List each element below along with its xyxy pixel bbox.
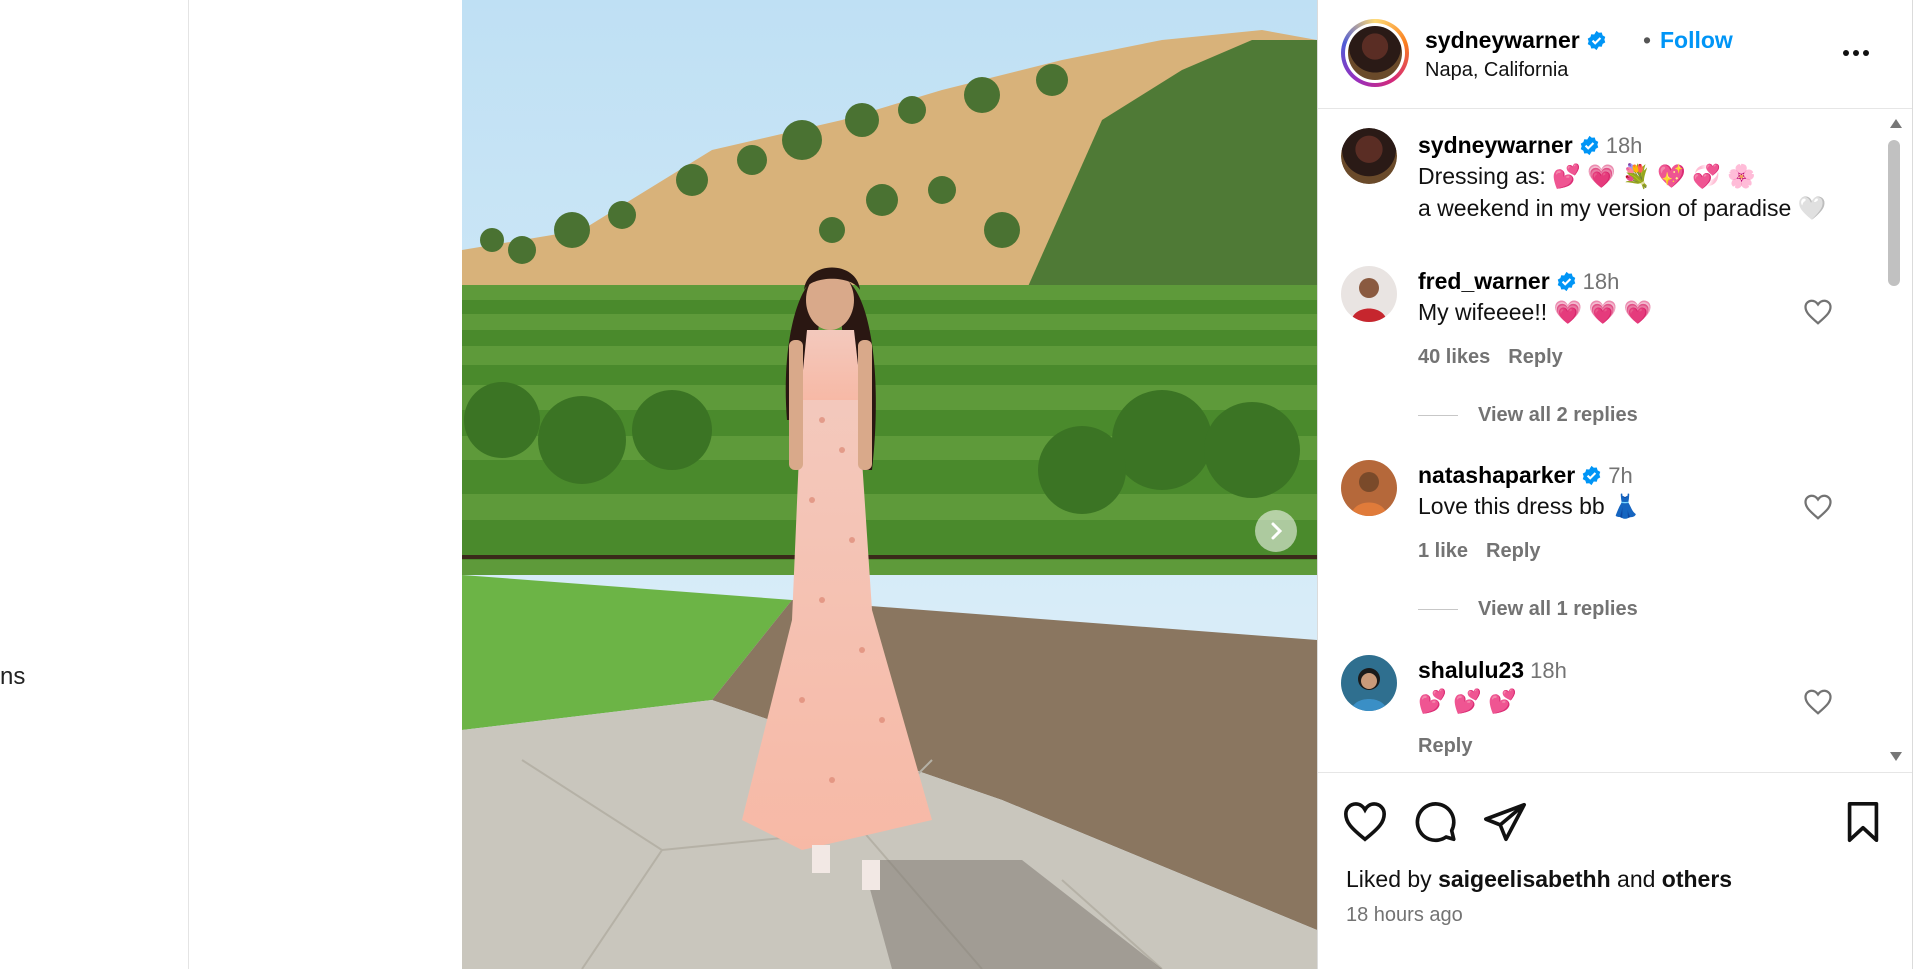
post-time-ago[interactable]: 18 hours ago: [1346, 904, 1463, 927]
view-replies-button[interactable]: View all 1 replies: [1418, 598, 1638, 621]
left-nav-fragment[interactable]: ns: [0, 663, 25, 691]
comment-meta: 1 like Reply: [1418, 540, 1559, 563]
comment-time: 7h: [1608, 463, 1633, 488]
replies-divider: [1418, 415, 1458, 417]
comment-avatar-natasha[interactable]: [1341, 460, 1397, 516]
author-username-text: sydneywarner: [1425, 27, 1580, 53]
comment-likes[interactable]: 1 like: [1418, 540, 1468, 562]
caption-line-1: Dressing as: 💕 💗 💐 💖 💞 🌸: [1418, 163, 1756, 189]
comment-time: 18h: [1582, 269, 1620, 294]
comment-text: 💕 💕 💕: [1418, 688, 1517, 714]
verified-badge-icon: [1557, 271, 1575, 292]
save-icon[interactable]: [1840, 799, 1886, 845]
caption-line-2: a weekend in my version of paradise 🤍: [1418, 195, 1827, 221]
comment-username[interactable]: natashaparker 7h: [1418, 462, 1633, 489]
liked-user-link[interactable]: saigeelisabethh: [1438, 866, 1611, 892]
comment-text: Love this dress bb 👗: [1418, 493, 1640, 519]
post-photo[interactable]: [462, 0, 1317, 969]
view-replies-text: View all 1 replies: [1478, 598, 1638, 620]
liked-others-link[interactable]: others: [1662, 866, 1732, 892]
verified-badge-icon: [1583, 465, 1601, 486]
reply-button[interactable]: Reply: [1508, 346, 1562, 368]
comment-avatar-image: [1351, 668, 1387, 711]
view-replies-text: View all 2 replies: [1478, 404, 1638, 426]
liked-prefix: Liked by: [1346, 866, 1432, 892]
comment-username[interactable]: fred_warner 18h: [1418, 268, 1619, 295]
comment-likes[interactable]: 40 likes: [1418, 346, 1490, 368]
scroll-up-icon[interactable]: [1888, 116, 1904, 130]
replies-divider: [1418, 609, 1458, 611]
post-footer: Liked by saigeelisabethh and others 18 h…: [1318, 772, 1912, 969]
caption-time: 18h: [1605, 133, 1643, 158]
verified-badge-icon: [1587, 30, 1605, 51]
post-header: sydneywarner • Follow Napa, California: [1318, 0, 1912, 109]
reply-button[interactable]: Reply: [1486, 540, 1540, 562]
scrollbar-thumb[interactable]: [1888, 140, 1900, 286]
comments-list[interactable]: sydneywarner 18h Dressing as: 💕 💗 💐 💖 💞 🌸…: [1318, 110, 1912, 772]
vineyard-photo: [462, 0, 1317, 969]
reply-button[interactable]: Reply: [1418, 735, 1472, 757]
chevron-right-icon: [1271, 522, 1283, 540]
author-username[interactable]: sydneywarner: [1425, 27, 1607, 54]
comment-username-text: shalulu23: [1418, 657, 1525, 683]
more-options-icon[interactable]: [1838, 38, 1874, 68]
next-photo-button[interactable]: [1255, 510, 1297, 552]
comment-text: My wifeeee!! 💗 💗 💗: [1418, 299, 1653, 325]
comment-username-text: fred_warner: [1418, 268, 1550, 294]
caption-username[interactable]: sydneywarner 18h: [1418, 132, 1642, 159]
comment-avatar-image: [1351, 278, 1387, 322]
liked-and: and: [1617, 866, 1656, 892]
comment-time: 18h: [1530, 658, 1567, 683]
comment-username-text: natashaparker: [1418, 462, 1576, 488]
follow-button[interactable]: Follow: [1660, 27, 1733, 54]
comment-avatar-fred[interactable]: [1341, 266, 1397, 322]
heart-icon[interactable]: [1342, 799, 1388, 845]
scroll-down-icon[interactable]: [1888, 750, 1904, 764]
left-background: [0, 0, 462, 969]
comment-meta: Reply: [1418, 735, 1490, 758]
post-location[interactable]: Napa, California: [1425, 59, 1568, 82]
verified-badge-icon: [1580, 135, 1598, 156]
header-separator: •: [1643, 27, 1652, 53]
liked-by: Liked by saigeelisabethh and others: [1346, 866, 1732, 893]
author-avatar[interactable]: [1341, 19, 1409, 87]
view-replies-button[interactable]: View all 2 replies: [1418, 404, 1638, 427]
heart-icon[interactable]: [1803, 688, 1833, 716]
comment-meta: 40 likes Reply: [1418, 346, 1581, 369]
heart-icon[interactable]: [1803, 298, 1833, 326]
comment-username[interactable]: shalulu23 18h: [1418, 657, 1567, 684]
caption-avatar-image: [1341, 128, 1397, 184]
caption-username-text: sydneywarner: [1418, 132, 1573, 158]
share-icon[interactable]: [1482, 799, 1528, 845]
left-divider: [188, 0, 189, 969]
comment-avatar-shalulu[interactable]: [1341, 655, 1397, 711]
post-details-panel: sydneywarner • Follow Napa, California s…: [1317, 0, 1913, 969]
comment-icon[interactable]: [1412, 799, 1458, 845]
heart-icon[interactable]: [1803, 493, 1833, 521]
author-avatar-image: [1348, 26, 1402, 80]
caption-avatar[interactable]: [1341, 128, 1397, 184]
comment-avatar-image: [1351, 472, 1387, 516]
